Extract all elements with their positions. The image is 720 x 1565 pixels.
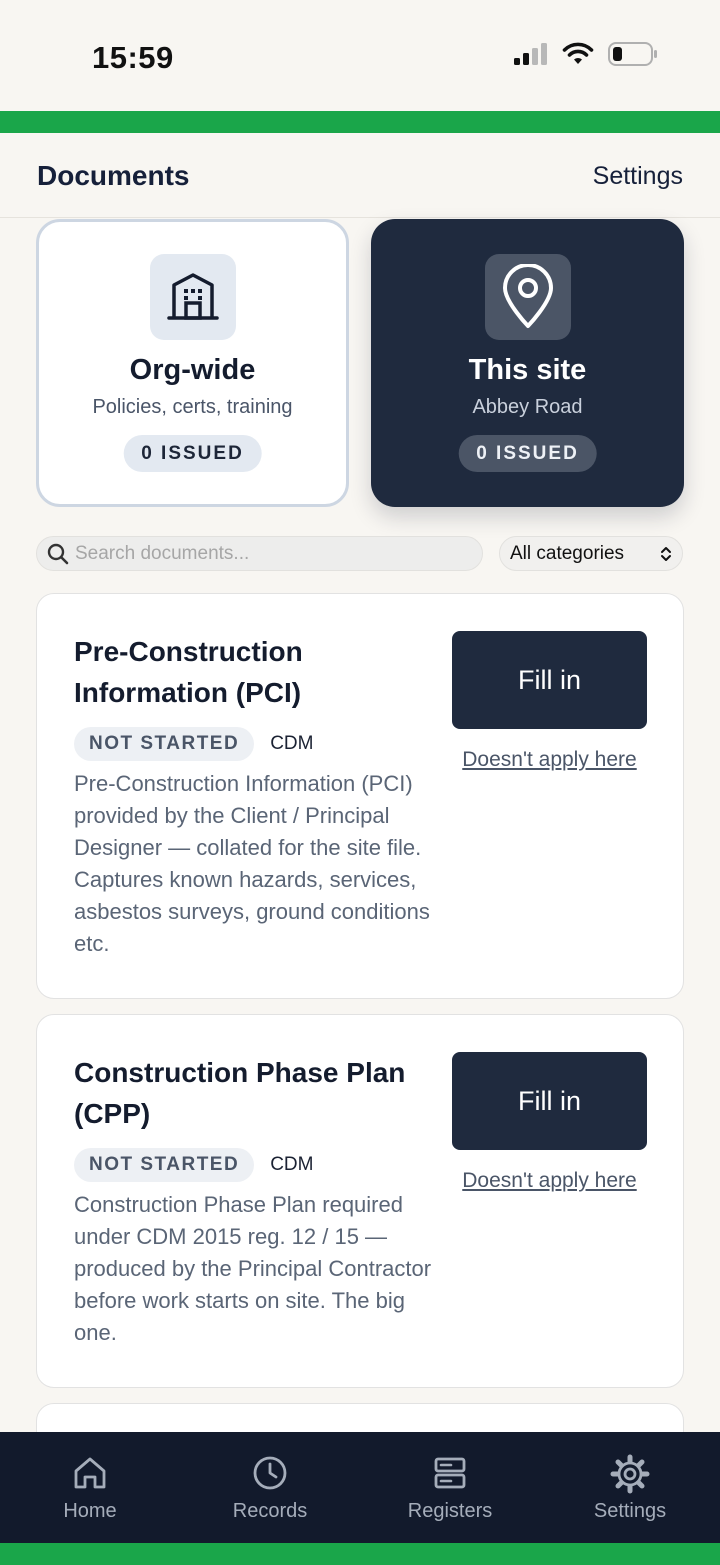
category-label: CDM (270, 733, 314, 754)
tab-label: Settings (593, 1500, 667, 1522)
document-title: Construction Phase Plan (CPP) (74, 1057, 406, 1129)
tab-settings[interactable]: Settings (540, 1432, 720, 1543)
fill-in-button[interactable]: Fill in (452, 631, 647, 729)
status-time: 15:59 (92, 40, 174, 75)
clock-icon (253, 1456, 287, 1490)
building-icon (166, 273, 219, 320)
search-icon (47, 543, 69, 564)
gear-icon (610, 1454, 650, 1494)
tab-home[interactable]: Home (0, 1432, 180, 1543)
fill-in-button[interactable]: Fill in (452, 1052, 647, 1150)
home-icon (74, 1457, 106, 1489)
wifi-icon (562, 42, 594, 64)
document-card: Construction Phase Plan (CPP) NOT STARTE… (36, 1014, 684, 1388)
document-title: Pre-Construction Information (PCI) (74, 636, 303, 708)
document-tags: NOT STARTED CDM (74, 727, 313, 761)
status-icons (514, 42, 658, 66)
battery-icon (608, 42, 657, 66)
scope-card-this-site[interactable]: This site Abbey Road 0 ISSUED (371, 219, 684, 507)
top-accent-bar (0, 111, 720, 133)
scope-title: This site (468, 354, 587, 386)
status-badge: NOT STARTED (74, 727, 255, 761)
document-tags: NOT STARTED CDM (74, 1148, 313, 1182)
scope-card-org-wide[interactable]: Org-wide Policies, certs, training 0 ISS… (36, 219, 349, 507)
status-bar: 15:59 (0, 0, 720, 112)
search-input[interactable] (75, 542, 455, 565)
document-description: Pre-Construction Information (PCI) provi… (74, 771, 430, 956)
header-settings-link[interactable]: Settings (593, 162, 683, 191)
scope-title: Org-wide (129, 354, 256, 386)
tab-records[interactable]: Records (180, 1432, 360, 1543)
map-pin-icon (502, 264, 553, 328)
bottom-accent-bar (0, 1543, 720, 1565)
search-box (36, 536, 483, 571)
category-filter-select[interactable]: All categories (499, 536, 683, 571)
scope-icon-box (484, 254, 571, 340)
scope-subtitle: Abbey Road (472, 396, 583, 418)
tab-label: Records (232, 1500, 308, 1522)
tab-label: Registers (407, 1500, 493, 1522)
doesnt-apply-link[interactable]: Doesn't apply here (452, 748, 647, 772)
chevron-up-down-icon (661, 547, 671, 561)
server-icon (434, 1457, 466, 1489)
scope-icon-box (149, 254, 236, 340)
category-filter-value: All categories (510, 542, 625, 564)
signal-icon (514, 43, 547, 65)
issued-count-badge: 0 ISSUED (458, 435, 597, 472)
page-header: Documents Settings (0, 133, 720, 218)
scope-subtitle: Policies, certs, training (92, 396, 293, 418)
category-label: CDM (270, 1154, 314, 1175)
document-card: Pre-Construction Information (PCI) NOT S… (36, 593, 684, 999)
tab-registers[interactable]: Registers (360, 1432, 540, 1543)
issued-count-badge: 0 ISSUED (123, 435, 262, 472)
document-description: Construction Phase Plan required under C… (74, 1192, 432, 1345)
bottom-tab-bar: Home Records Registers Settings (0, 1432, 720, 1543)
status-badge: NOT STARTED (74, 1148, 255, 1182)
doesnt-apply-link[interactable]: Doesn't apply here (452, 1169, 647, 1193)
page-title: Documents (37, 160, 190, 191)
tab-label: Home (63, 1500, 117, 1522)
